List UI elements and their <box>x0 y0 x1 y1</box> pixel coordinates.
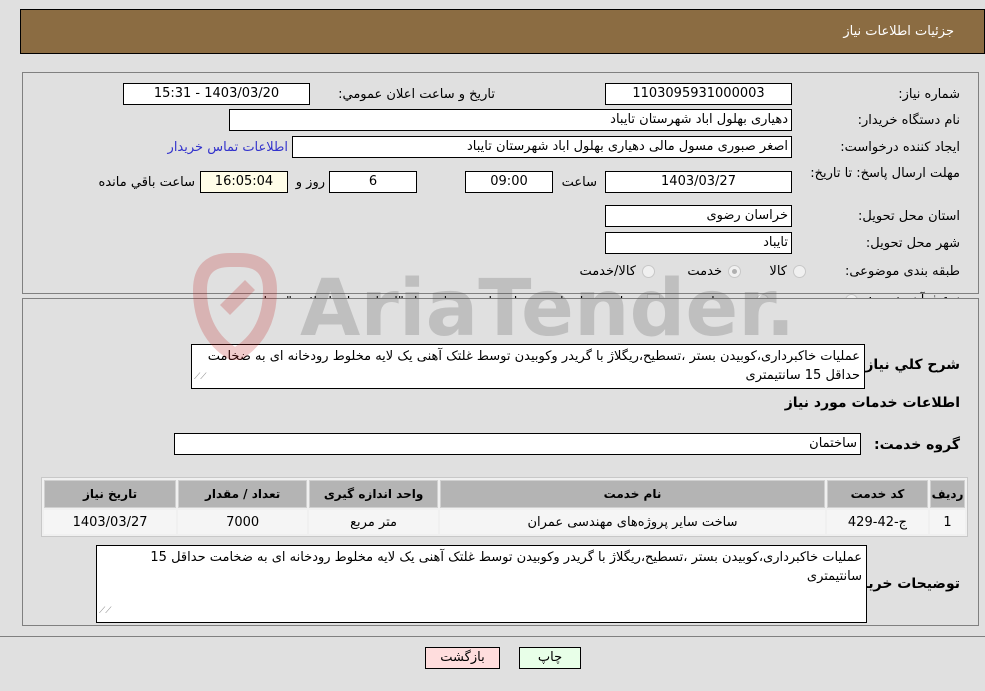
remaining-days-label: روز و <box>295 175 325 190</box>
page-header: جزئیات اطلاعات نیاز <box>20 9 985 54</box>
general-info-panel: شماره نیاز: 1103095931000003 تاریخ و ساع… <box>22 72 979 310</box>
service-group-label: گروه خدمت: <box>874 437 960 453</box>
description-text: عملیات خاکبرداری،کوبیدن بستر ،تسطیح،ریگل… <box>207 349 860 383</box>
divider <box>0 636 985 637</box>
remaining-time-label: ساعت باقي مانده <box>98 175 195 190</box>
category-radio-goods[interactable] <box>793 265 806 278</box>
col-header-service-name: نام خدمت <box>440 480 825 508</box>
remaining-days-field: 6 <box>329 171 417 193</box>
cell-service-code: ج-42-429 <box>826 510 929 534</box>
resize-grip-icon[interactable]: ⟋⟋ <box>194 368 207 387</box>
province-field: خراسان رضوی <box>605 205 792 227</box>
services-table: ردیف کد خدمت نام خدمت واحد اندازه گیری ت… <box>41 477 968 537</box>
print-button[interactable]: چاپ <box>519 647 581 669</box>
announce-datetime-field: 1403/03/20 - 15:31 <box>123 83 310 105</box>
requester-label: ایجاد کننده درخواست: <box>840 140 960 155</box>
category-option-goods-service: کالا/خدمت <box>579 264 636 279</box>
deadline-label: مهلت ارسال پاسخ: تا تاریخ: <box>810 166 960 181</box>
table-header-row: ردیف کد خدمت نام خدمت واحد اندازه گیری ت… <box>44 480 965 508</box>
col-header-unit: واحد اندازه گیری <box>309 480 439 508</box>
cell-need-date: 1403/03/27 <box>44 510 177 534</box>
category-radio-goods-service[interactable] <box>642 265 655 278</box>
deadline-time-label: ساعت <box>561 175 597 190</box>
province-label: استان محل تحویل: <box>858 209 960 224</box>
services-panel: شرح کلي نیاز: عملیات خاکبرداری،کوبیدن بس… <box>22 298 979 626</box>
buyer-notes-textarea[interactable]: عملیات خاکبرداری،کوبیدن بستر ،تسطیح،ریگل… <box>96 545 867 623</box>
col-header-service-code: کد خدمت <box>826 480 929 508</box>
col-header-quantity: تعداد / مقدار <box>178 480 308 508</box>
announce-datetime-label: تاریخ و ساعت اعلان عمومي: <box>338 87 495 102</box>
city-label: شهر محل تحویل: <box>865 236 960 251</box>
table-row: 1 ج-42-429 ساخت سایر پروژه‌های مهندسی عم… <box>44 510 965 534</box>
cell-service-name: ساخت سایر پروژه‌های مهندسی عمران <box>440 510 825 534</box>
description-label: شرح کلي نیاز: <box>859 357 960 373</box>
buyer-org-label: نام دستگاه خریدار: <box>857 113 960 128</box>
page-title: جزئیات اطلاعات نیاز <box>843 24 954 39</box>
category-option-service: خدمت <box>687 264 722 279</box>
description-textarea[interactable]: عملیات خاکبرداری،کوبیدن بستر ،تسطیح،ریگل… <box>191 344 865 389</box>
category-radio-service[interactable] <box>728 265 741 278</box>
services-section-title: اطلاعات خدمات مورد نیاز <box>784 395 960 411</box>
buyer-contact-link[interactable]: اطلاعات تماس خریدار <box>168 140 288 155</box>
city-field: تایباد <box>605 232 792 254</box>
cell-row-number: 1 <box>930 510 965 534</box>
col-header-row-number: ردیف <box>930 480 965 508</box>
category-option-goods: کالا <box>769 264 787 279</box>
deadline-date-field: 1403/03/27 <box>605 171 792 193</box>
buyer-notes-text: عملیات خاکبرداری،کوبیدن بستر ،تسطیح،ریگل… <box>150 550 862 584</box>
remaining-time-field: 16:05:04 <box>200 171 288 193</box>
back-button[interactable]: بازگشت <box>425 647 500 669</box>
deadline-time-field: 09:00 <box>465 171 553 193</box>
cell-quantity: 7000 <box>178 510 308 534</box>
buyer-org-field: دهیاری بهلول اباد شهرستان تایباد <box>229 109 792 131</box>
need-number-label: شماره نیاز: <box>898 87 960 102</box>
cell-unit: متر مربع <box>309 510 439 534</box>
category-label: طبقه بندی موضوعی: <box>844 264 960 279</box>
col-header-need-date: تاریخ نیاز <box>44 480 177 508</box>
requester-field: اصغر صبوری مسول مالی دهیاری بهلول اباد ش… <box>292 136 792 158</box>
service-group-field: ساختمان <box>174 433 861 455</box>
need-number-field: 1103095931000003 <box>605 83 792 105</box>
resize-grip-icon[interactable]: ⟋⟋ <box>99 602 112 621</box>
